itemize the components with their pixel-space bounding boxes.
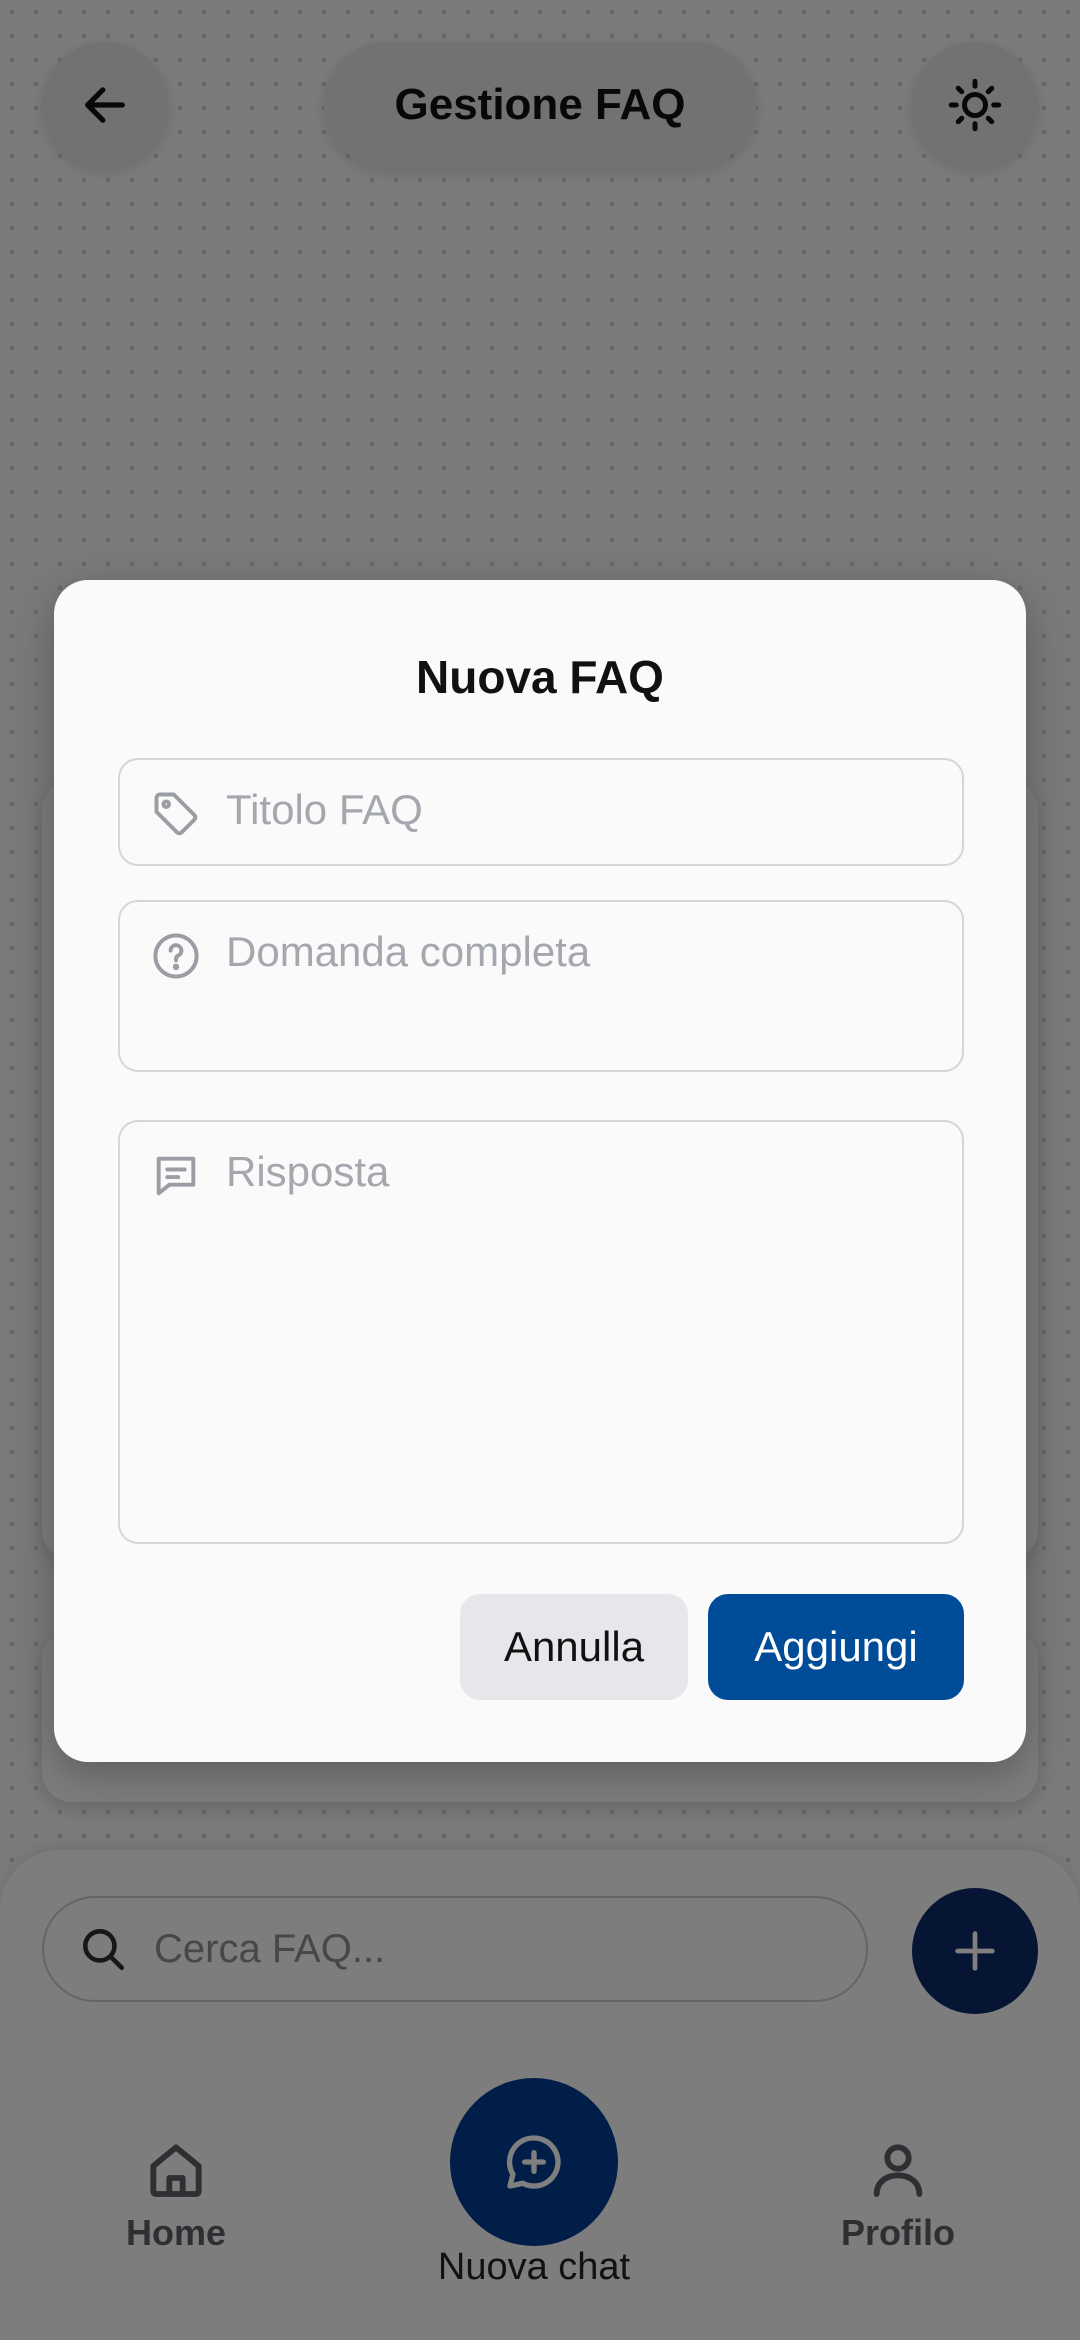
new-faq-dialog: Nuova FAQ Titolo FAQ Domanda completa Ri… [54,580,1026,1762]
faq-answer-placeholder: Risposta [226,1148,390,1195]
dialog-title: Nuova FAQ [416,651,664,703]
faq-question-field[interactable]: Domanda completa [118,900,964,1072]
cancel-button[interactable]: Annulla [460,1594,688,1700]
faq-answer-field[interactable]: Risposta [118,1120,964,1544]
tag-icon [154,792,198,836]
add-button[interactable]: Aggiungi [708,1594,964,1700]
faq-title-placeholder: Titolo FAQ [226,786,423,833]
question-circle-icon [153,933,199,979]
faq-question-placeholder: Domanda completa [226,928,591,975]
faq-title-field[interactable]: Titolo FAQ [118,758,964,866]
message-icon [156,1156,196,1196]
